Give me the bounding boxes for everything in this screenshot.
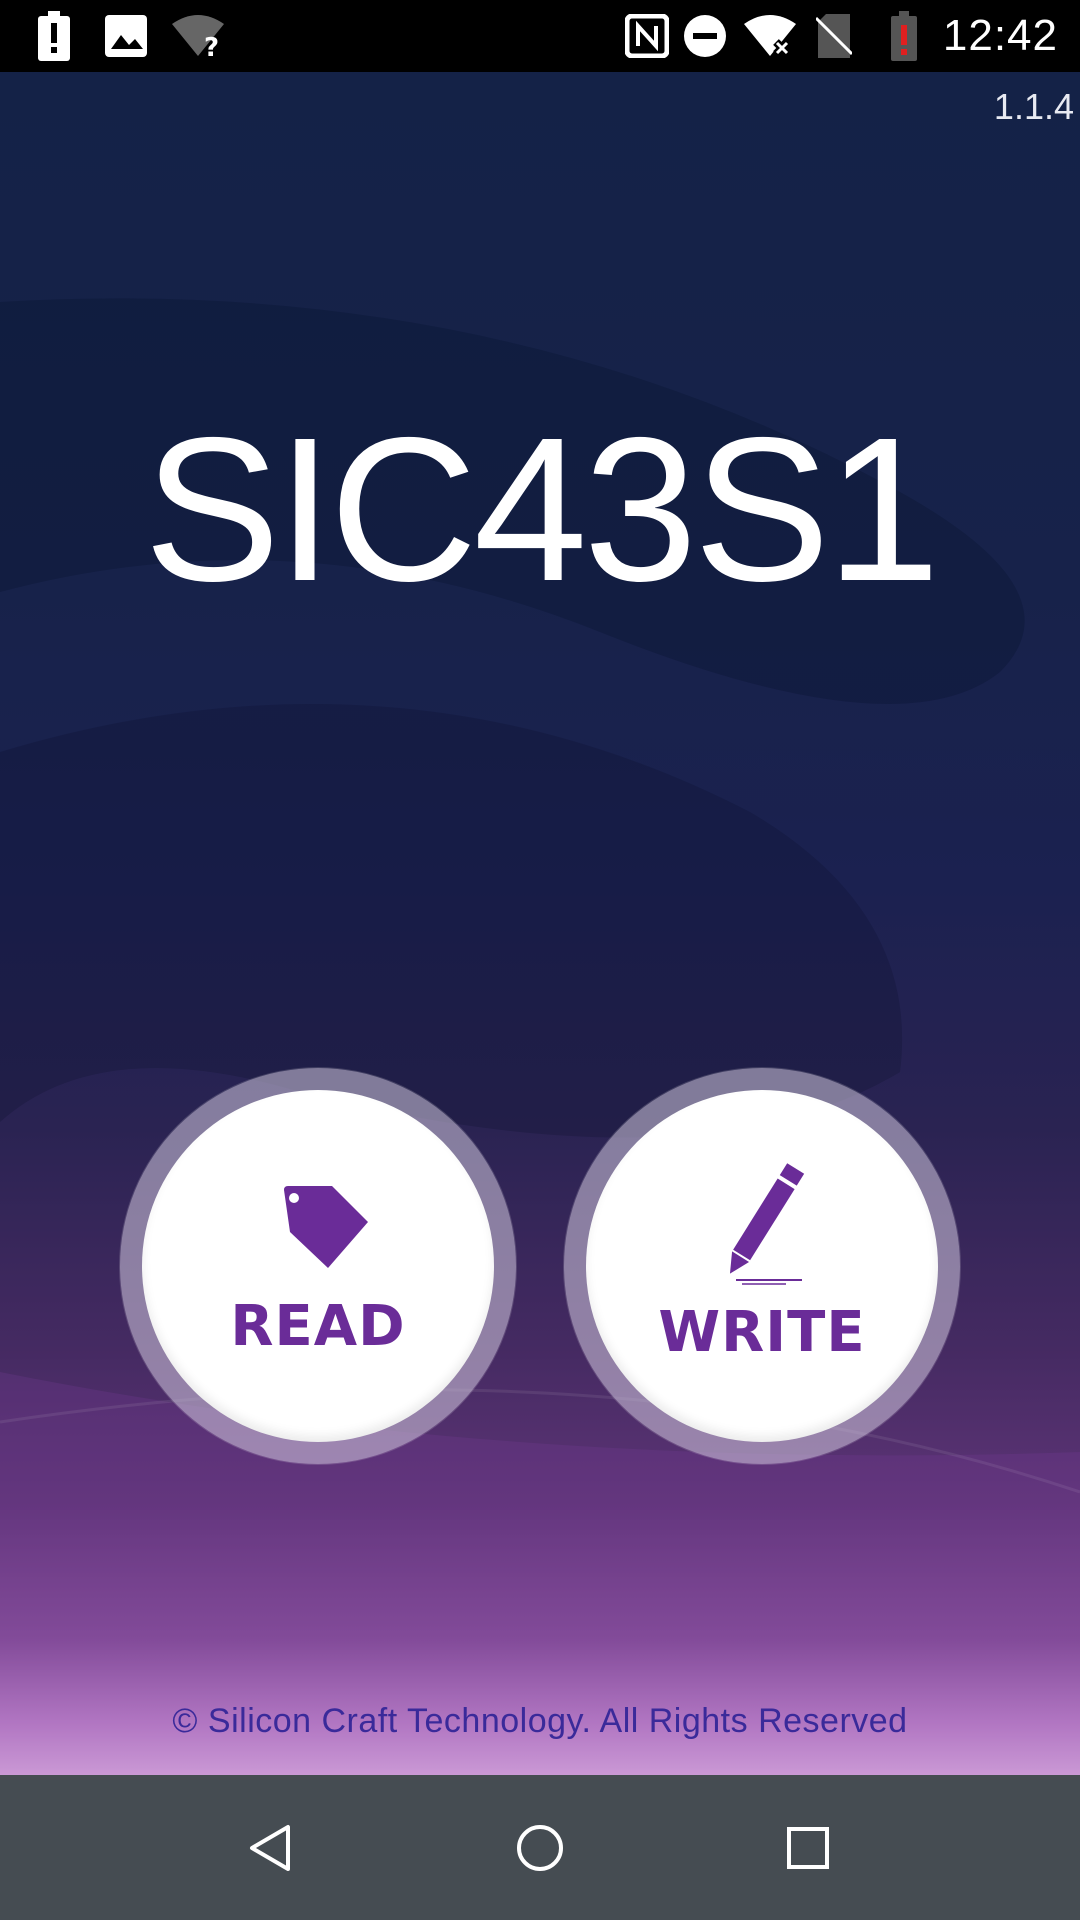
pencil-icon [729, 1163, 805, 1285]
app-main: 1.1.4 SIC43S1 READ WRITE © Silicon Craft… [0, 72, 1080, 1775]
battery-alert-icon [36, 10, 72, 62]
app-version: 1.1.4 [993, 86, 1074, 127]
read-button-face[interactable]: READ [142, 1090, 494, 1442]
nfc-icon [624, 10, 670, 62]
recents-icon [787, 1826, 829, 1869]
wifi-off-icon [742, 10, 798, 62]
write-button[interactable]: WRITE [564, 1068, 960, 1464]
home-icon [517, 1824, 563, 1871]
wifi-question-icon: ? [170, 10, 226, 62]
do-not-disturb-icon [682, 10, 728, 62]
read-button[interactable]: READ [120, 1068, 516, 1464]
image-icon [104, 10, 148, 62]
background-waves [0, 298, 1080, 1775]
back-button[interactable] [210, 1775, 330, 1920]
svg-text:?: ? [204, 33, 219, 58]
navigation-bar [0, 1775, 1080, 1920]
write-button-face[interactable]: WRITE [586, 1090, 938, 1442]
status-time: 12:42 [942, 11, 1058, 60]
no-sim-icon [814, 10, 854, 62]
read-label: READ [230, 1294, 406, 1359]
write-label: WRITE [658, 1300, 866, 1365]
copyright-text: © Silicon Craft Technology. All Rights R… [172, 1702, 908, 1740]
tag-icon [284, 1186, 368, 1268]
back-icon [250, 1824, 290, 1871]
app-title: SIC43S1 [143, 395, 941, 624]
home-button[interactable] [480, 1775, 600, 1920]
status-bar: ? 12:42 [0, 0, 1080, 72]
battery-low-icon [890, 10, 918, 62]
recents-button[interactable] [748, 1775, 868, 1920]
